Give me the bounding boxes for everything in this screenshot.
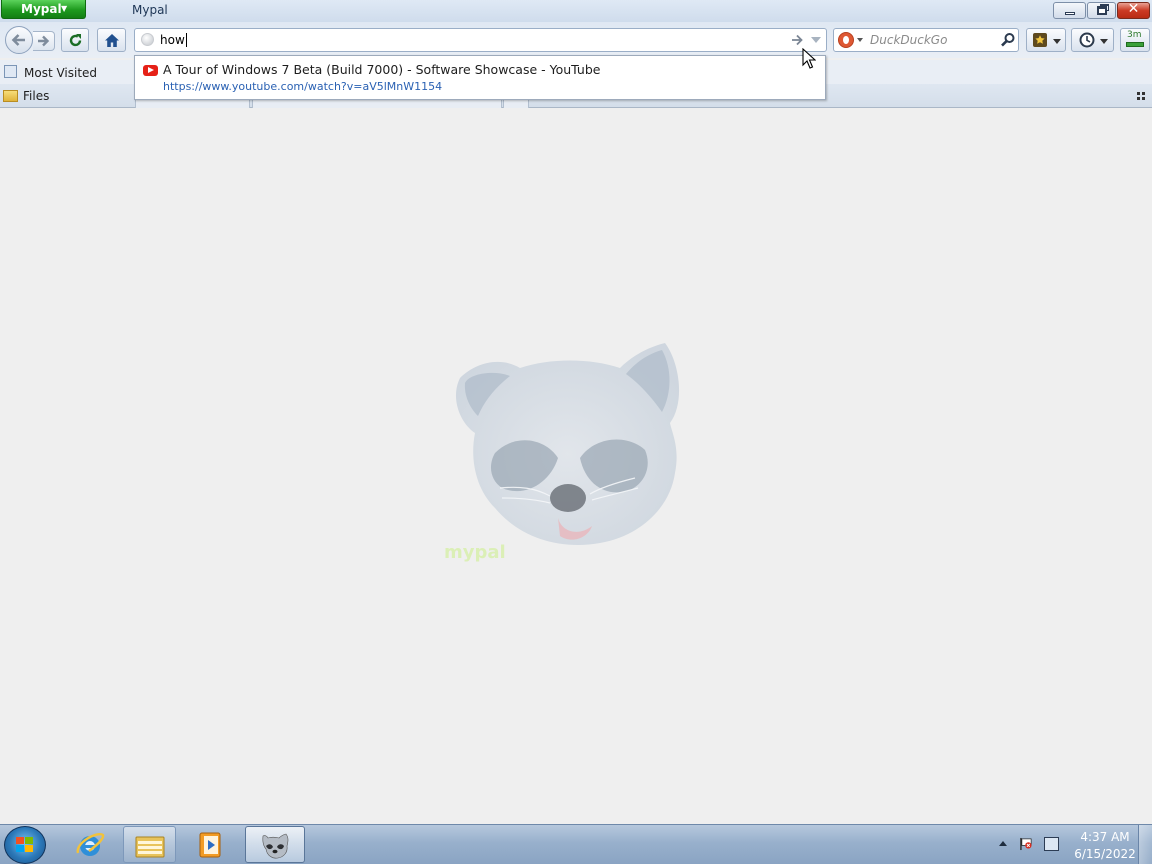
addon-toolbar-button[interactable]: 3m [1120, 28, 1150, 52]
minimize-icon [1065, 12, 1075, 15]
chevron-down-icon [1100, 39, 1108, 44]
restore-button[interactable] [1087, 2, 1116, 19]
addon-label: 3m [1127, 30, 1142, 40]
text-caret [186, 33, 187, 47]
autocomplete-result[interactable]: A Tour of Windows 7 Beta (Build 7000) - … [135, 56, 825, 99]
page-content: mypal [0, 108, 1152, 824]
addon-icon [1126, 42, 1144, 47]
folder-icon [135, 836, 164, 858]
list-all-tabs-icon[interactable] [1137, 92, 1145, 100]
media-player-icon [199, 832, 221, 858]
youtube-icon [143, 65, 158, 76]
raccoon-icon [262, 833, 289, 859]
close-icon: ✕ [1127, 1, 1140, 17]
forward-button[interactable] [33, 31, 55, 51]
back-arrow-icon [11, 34, 25, 46]
bookmarks-star-icon [1033, 33, 1047, 47]
files-label: Files [23, 89, 50, 103]
raccoon-logo-image: mypal [444, 343, 680, 563]
navigation-toolbar: 3m [0, 22, 1152, 58]
ie-icon [76, 833, 105, 856]
forward-arrow-icon [38, 35, 50, 47]
raccoon-watermark-text: mypal [444, 542, 506, 563]
restore-icon [1097, 6, 1107, 15]
taskbar-item-internet-explorer[interactable] [62, 826, 118, 863]
taskbar-item-windows-explorer[interactable] [123, 826, 176, 863]
url-input[interactable] [160, 32, 760, 48]
url-autocomplete-popup: A Tour of Windows 7 Beta (Build 7000) - … [134, 55, 826, 100]
reload-icon [69, 34, 82, 47]
autocomplete-result-url: https://www.youtube.com/watch?v=aV5lMnW1… [163, 80, 443, 93]
show-hidden-icons-icon[interactable] [999, 841, 1007, 846]
system-tray: 4:37 AM 6/15/2022 [990, 825, 1152, 864]
reload-button[interactable] [61, 28, 89, 52]
title-bar: Mypal ▼ Mypal ✕ [0, 0, 1152, 22]
autocomplete-result-title: A Tour of Windows 7 Beta (Build 7000) - … [163, 62, 601, 77]
taskbar: 4:37 AM 6/15/2022 [0, 824, 1152, 864]
clock-time[interactable]: 4:37 AM [1070, 830, 1140, 844]
folder-icon [3, 90, 18, 102]
url-bar[interactable] [134, 28, 827, 52]
most-visited-label: Most Visited [24, 66, 98, 80]
start-button[interactable] [4, 826, 46, 864]
most-visited-icon [4, 65, 17, 78]
windows-logo-icon [16, 837, 34, 853]
search-engine-dropdown-icon[interactable] [857, 38, 863, 42]
window-title: Mypal [132, 3, 168, 17]
search-bar[interactable] [833, 28, 1019, 52]
chevron-down-icon: ▼ [61, 4, 68, 13]
history-menu-button[interactable] [1071, 28, 1114, 52]
show-desktop-button[interactable] [1138, 825, 1152, 864]
bookmarks-menu-button[interactable] [1026, 28, 1066, 52]
taskbar-item-media-player[interactable] [183, 826, 239, 863]
chevron-down-icon [1053, 39, 1061, 44]
home-icon [105, 34, 119, 47]
clock-date[interactable]: 6/15/2022 [1070, 847, 1140, 861]
taskbar-item-mypal[interactable] [245, 826, 305, 863]
search-input[interactable] [870, 32, 990, 48]
minimize-button[interactable] [1053, 2, 1086, 19]
go-arrow-icon[interactable] [791, 34, 805, 46]
duckduckgo-icon[interactable] [838, 32, 854, 48]
close-button[interactable]: ✕ [1117, 1, 1150, 19]
search-icon[interactable] [1000, 32, 1016, 48]
app-menu-button[interactable]: Mypal ▼ [1, 0, 86, 19]
site-identity-icon[interactable] [141, 33, 154, 46]
mouse-cursor-icon [802, 48, 816, 69]
app-menu-label: Mypal [21, 2, 62, 16]
network-icon[interactable] [1044, 837, 1059, 851]
action-center-flag-icon[interactable] [1020, 837, 1033, 851]
home-button[interactable] [97, 28, 126, 52]
url-history-dropdown-icon[interactable] [811, 37, 821, 43]
history-clock-icon [1079, 32, 1095, 48]
back-button[interactable] [5, 26, 33, 54]
